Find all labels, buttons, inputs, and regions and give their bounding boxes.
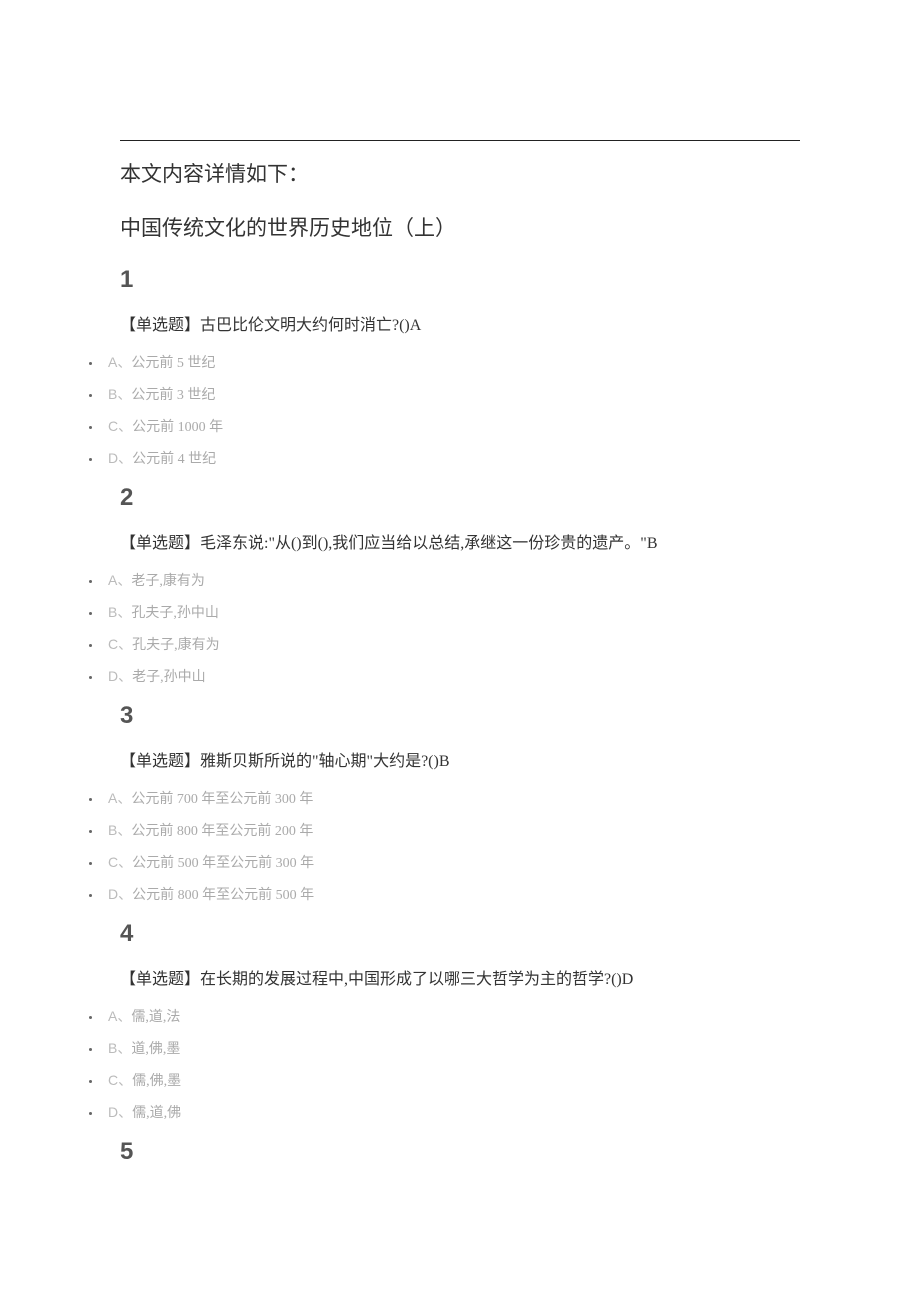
question-number: 1 — [120, 266, 800, 294]
top-rule — [120, 140, 800, 141]
option-separator: 、 — [118, 856, 132, 871]
option-separator: 、 — [118, 670, 132, 685]
option-separator: 、 — [117, 1010, 131, 1025]
option-letter: B — [108, 822, 117, 838]
option-separator: 、 — [117, 388, 131, 403]
option-text: 公元前 5 世纪 — [131, 356, 215, 371]
list-item: D、公元前 800 年至公元前 500 年 — [102, 884, 800, 906]
question-text: 【单选题】毛泽东说:"从()到(),我们应当给以总结,承继这一份珍贵的遗产。"B — [120, 532, 800, 556]
list-item: B、公元前 800 年至公元前 200 年 — [102, 820, 800, 842]
list-item: A、儒,道,法 — [102, 1006, 800, 1028]
option-text: 老子,康有为 — [131, 574, 205, 589]
option-letter: D — [108, 1104, 118, 1120]
option-separator: 、 — [118, 452, 132, 467]
option-separator: 、 — [118, 420, 132, 435]
option-letter: A — [108, 572, 117, 588]
list-item: D、老子,孙中山 — [102, 666, 800, 688]
option-separator: 、 — [117, 792, 131, 807]
option-text: 儒,道,法 — [131, 1010, 180, 1025]
subtitle-text: 中国传统文化的世界历史地位（上） — [120, 213, 800, 245]
option-text: 公元前 700 年至公元前 300 年 — [131, 792, 313, 807]
option-text: 公元前 4 世纪 — [132, 452, 216, 467]
question-number: 2 — [120, 484, 800, 512]
option-letter: D — [108, 450, 118, 466]
list-item: C、公元前 1000 年 — [102, 416, 800, 438]
option-separator: 、 — [117, 356, 131, 371]
option-separator: 、 — [117, 574, 131, 589]
option-letter: D — [108, 886, 118, 902]
option-separator: 、 — [118, 1074, 132, 1089]
option-text: 孔夫子,康有为 — [132, 638, 220, 653]
option-letter: A — [108, 354, 117, 370]
option-letter: B — [108, 386, 117, 402]
option-list: A、公元前 700 年至公元前 300 年 B、公元前 800 年至公元前 20… — [120, 788, 800, 906]
list-item: B、孔夫子,孙中山 — [102, 602, 800, 624]
option-letter: B — [108, 1040, 117, 1056]
option-list: A、儒,道,法 B、道,佛,墨 C、儒,佛,墨 D、儒,道,佛 — [120, 1006, 800, 1124]
option-text: 公元前 500 年至公元前 300 年 — [132, 856, 314, 871]
option-text: 公元前 1000 年 — [132, 420, 223, 435]
option-separator: 、 — [117, 606, 131, 621]
option-text: 孔夫子,孙中山 — [131, 606, 219, 621]
option-list: A、老子,康有为 B、孔夫子,孙中山 C、孔夫子,康有为 D、老子,孙中山 — [120, 570, 800, 688]
option-separator: 、 — [117, 824, 131, 839]
option-letter: B — [108, 604, 117, 620]
option-text: 公元前 3 世纪 — [131, 388, 215, 403]
option-list: A、公元前 5 世纪 B、公元前 3 世纪 C、公元前 1000 年 D、公元前… — [120, 352, 800, 470]
list-item: B、公元前 3 世纪 — [102, 384, 800, 406]
list-item: A、公元前 700 年至公元前 300 年 — [102, 788, 800, 810]
list-item: D、公元前 4 世纪 — [102, 448, 800, 470]
option-text: 公元前 800 年至公元前 200 年 — [131, 824, 313, 839]
option-separator: 、 — [117, 1042, 131, 1057]
intro-text: 本文内容详情如下： — [120, 159, 800, 191]
list-item: C、孔夫子,康有为 — [102, 634, 800, 656]
option-letter: C — [108, 1072, 118, 1088]
list-item: C、公元前 500 年至公元前 300 年 — [102, 852, 800, 874]
option-separator: 、 — [118, 638, 132, 653]
question-text: 【单选题】雅斯贝斯所说的"轴心期"大约是?()B — [120, 750, 800, 774]
document-page: 本文内容详情如下： 中国传统文化的世界历史地位（上） 1 【单选题】古巴比伦文明… — [0, 0, 920, 1266]
list-item: A、老子,康有为 — [102, 570, 800, 592]
option-text: 老子,孙中山 — [132, 670, 206, 685]
list-item: B、道,佛,墨 — [102, 1038, 800, 1060]
question-text: 【单选题】在长期的发展过程中,中国形成了以哪三大哲学为主的哲学?()D — [120, 968, 800, 992]
question-number: 3 — [120, 702, 800, 730]
list-item: A、公元前 5 世纪 — [102, 352, 800, 374]
option-text: 道,佛,墨 — [131, 1042, 180, 1057]
question-text: 【单选题】古巴比伦文明大约何时消亡?()A — [120, 314, 800, 338]
option-text: 儒,道,佛 — [132, 1106, 181, 1121]
option-letter: C — [108, 636, 118, 652]
option-separator: 、 — [118, 888, 132, 903]
option-letter: A — [108, 1008, 117, 1024]
question-number: 4 — [120, 920, 800, 948]
option-text: 公元前 800 年至公元前 500 年 — [132, 888, 314, 903]
option-letter: D — [108, 668, 118, 684]
question-number: 5 — [120, 1138, 800, 1166]
option-letter: C — [108, 418, 118, 434]
option-letter: C — [108, 854, 118, 870]
list-item: C、儒,佛,墨 — [102, 1070, 800, 1092]
option-letter: A — [108, 790, 117, 806]
option-text: 儒,佛,墨 — [132, 1074, 181, 1089]
option-separator: 、 — [118, 1106, 132, 1121]
list-item: D、儒,道,佛 — [102, 1102, 800, 1124]
